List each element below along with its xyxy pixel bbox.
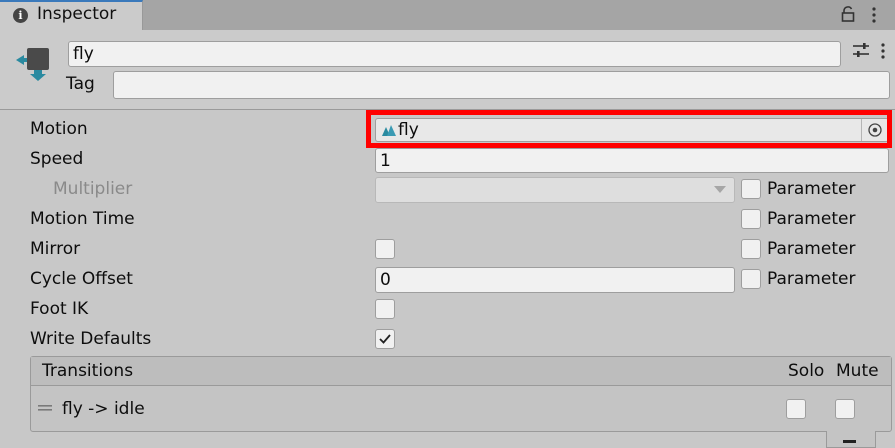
cycle-offset-field[interactable]: 0 <box>375 267 735 293</box>
motion-time-parameter-checkbox[interactable] <box>741 209 761 229</box>
transitions-header <box>31 357 891 386</box>
remove-icon[interactable] <box>843 440 856 443</box>
mirror-parameter-label: Parameter <box>767 239 856 259</box>
tab-title: Inspector <box>37 4 117 24</box>
list-item[interactable] <box>31 387 891 431</box>
write-defaults-label: Write Defaults <box>30 329 152 349</box>
object-name-field[interactable]: fly <box>68 41 841 67</box>
motion-label: Motion <box>30 119 88 139</box>
transitions-title: Transitions <box>42 361 134 381</box>
header-more-icon[interactable] <box>878 42 888 60</box>
speed-field[interactable]: 1 <box>375 148 889 173</box>
checkmark-icon <box>379 334 391 344</box>
mirror-parameter-checkbox[interactable] <box>741 239 761 259</box>
multiplier-parameter-checkbox[interactable] <box>741 179 761 199</box>
lock-icon[interactable] <box>841 6 855 22</box>
motion-highlight-box <box>366 110 892 148</box>
tag-field[interactable] <box>113 71 890 99</box>
tag-label: Tag <box>66 74 95 94</box>
mirror-checkbox[interactable] <box>375 239 395 259</box>
drag-handle-icon[interactable] <box>38 404 52 412</box>
multiplier-dropdown[interactable] <box>375 177 735 203</box>
more-options-icon[interactable] <box>869 5 879 25</box>
cycle-offset-label: Cycle Offset <box>30 269 133 289</box>
motion-time-label: Motion Time <box>30 209 135 229</box>
foot-ik-label: Foot IK <box>30 299 89 319</box>
solo-column-header: Solo <box>788 361 825 381</box>
sliders-icon[interactable] <box>852 42 870 58</box>
transition-solo-checkbox[interactable] <box>786 399 806 419</box>
dropdown-arrow-icon <box>714 186 726 193</box>
speed-label: Speed <box>30 149 84 169</box>
mute-column-header: Mute <box>836 361 878 381</box>
transition-name: fly -> idle <box>62 399 145 419</box>
mirror-label: Mirror <box>30 239 81 259</box>
cycle-offset-parameter-label: Parameter <box>767 269 856 289</box>
multiplier-parameter-label: Parameter <box>767 179 856 199</box>
multiplier-label: Multiplier <box>53 179 133 199</box>
info-icon: i <box>13 8 28 23</box>
foot-ik-checkbox[interactable] <box>375 299 395 319</box>
motion-time-parameter-label: Parameter <box>767 209 856 229</box>
cycle-offset-parameter-checkbox[interactable] <box>741 269 761 289</box>
write-defaults-checkbox[interactable] <box>375 329 395 349</box>
transition-mute-checkbox[interactable] <box>835 399 855 419</box>
animator-state-icon <box>16 48 49 81</box>
